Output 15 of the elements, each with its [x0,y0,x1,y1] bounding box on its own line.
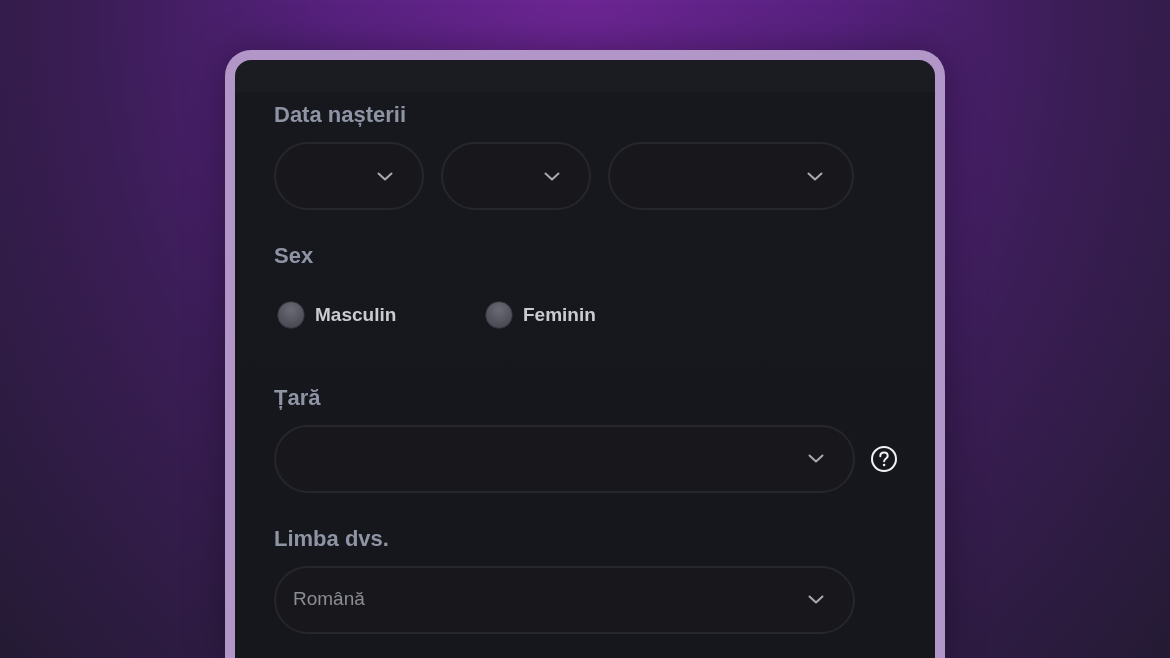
field-label: Sex [274,242,314,270]
help-icon[interactable] [871,445,897,472]
chevron-down-icon [807,171,823,181]
dropdown[interactable]: Română [274,565,855,634]
radio-button[interactable] [485,301,513,330]
radio-button[interactable] [277,301,305,330]
chevron-down-icon [377,171,393,181]
chevron-down-icon [808,595,824,604]
chevron-down-icon [544,171,560,181]
radio-label: Masculin [315,303,397,327]
field-label: Data nașterii [274,101,407,129]
chevron-down-icon [808,454,824,463]
field-label: Țară [274,383,321,412]
radio-label: Feminin [523,303,596,327]
field-label: Limba dvs. [274,524,389,553]
